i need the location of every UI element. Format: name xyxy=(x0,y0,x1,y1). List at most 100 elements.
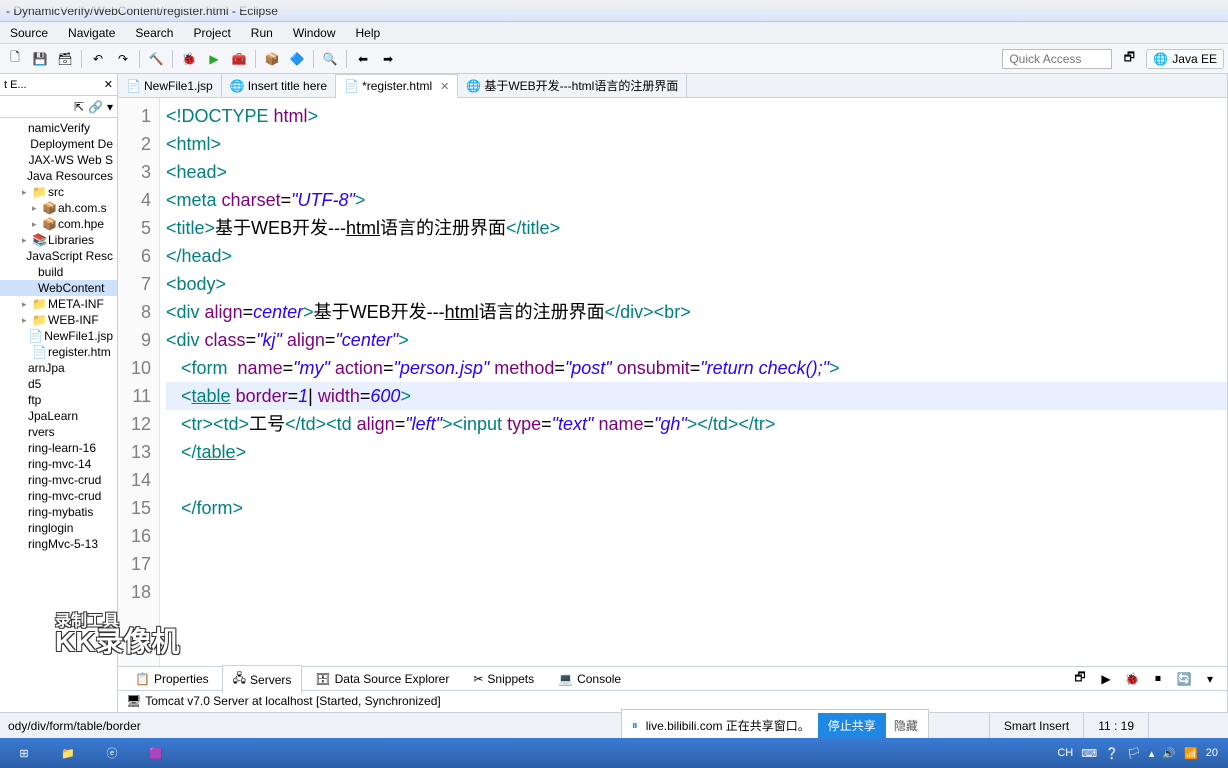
menu-project[interactable]: Project xyxy=(183,26,240,40)
tree-item[interactable]: ▸📦com.hpe xyxy=(0,216,117,232)
close-tab-icon[interactable]: ✕ xyxy=(436,80,449,93)
taskbar: ⊞ 📁 ⓔ 🟪 CH ⌨ ❔ 🏳 ▴ 🔊 📶 20 xyxy=(0,738,1228,768)
server-tool-icon[interactable]: ▶ xyxy=(1095,668,1117,690)
tree-item[interactable]: ring-mvc-crud xyxy=(0,488,117,504)
editor-tab[interactable]: 📄NewFile1.jsp xyxy=(118,74,222,97)
open-perspective-icon[interactable]: 🗗 xyxy=(1118,48,1140,70)
bottom-tab-snippets[interactable]: ✂ Snippets xyxy=(462,668,545,690)
editor-tab[interactable]: 🌐基于WEB开发---html语言的注册界面 xyxy=(458,74,687,97)
share-text: live.bilibili.com 正在共享窗口。 xyxy=(646,717,810,734)
server-tool-icon[interactable]: 🔄 xyxy=(1173,668,1195,690)
tree-item[interactable]: ringlogin xyxy=(0,520,117,536)
start-button[interactable]: ⊞ xyxy=(4,740,44,766)
server-tool-icon[interactable]: ⏹ xyxy=(1147,668,1169,690)
package-icon[interactable]: 📦 xyxy=(261,48,283,70)
save-all-icon[interactable]: 🗃 xyxy=(54,48,76,70)
bottom-tab-data-source-explorer[interactable]: 🗄 Data Source Explorer xyxy=(304,668,460,690)
tree-item[interactable]: ring-learn-16 xyxy=(0,440,117,456)
bottom-tab-properties[interactable]: 📋 Properties xyxy=(124,668,220,690)
eclipse-icon[interactable]: 🟪 xyxy=(136,740,176,766)
tree-item[interactable]: Java Resources xyxy=(0,168,117,184)
tree-item[interactable]: ringMvc-5-13 xyxy=(0,536,117,552)
tree-item[interactable]: ring-mvc-14 xyxy=(0,456,117,472)
server-tool-icon[interactable]: ▾ xyxy=(1199,668,1221,690)
nav-back-icon[interactable]: ⬅ xyxy=(352,48,374,70)
type-icon[interactable]: 🔷 xyxy=(286,48,308,70)
pause-icon[interactable]: ⏸ xyxy=(632,718,638,733)
tree-item[interactable]: ▸📁src xyxy=(0,184,117,200)
tree-item[interactable]: JAX-WS Web S xyxy=(0,152,117,168)
tray-network-icon[interactable]: 📶 xyxy=(1184,747,1198,760)
tree-item[interactable]: JavaScript Resc xyxy=(0,248,117,264)
tray-up-icon[interactable]: ▴ xyxy=(1149,747,1155,760)
tab-icon: 🗄 xyxy=(315,672,330,686)
tree-item[interactable]: ▸📚Libraries xyxy=(0,232,117,248)
new-icon[interactable]: 🗋 xyxy=(4,48,26,70)
run-icon[interactable]: ▶ xyxy=(203,48,225,70)
menu-navigate[interactable]: Navigate xyxy=(58,26,125,40)
nav-fwd-icon[interactable]: ➡ xyxy=(377,48,399,70)
close-view-icon[interactable]: ✕ xyxy=(104,78,113,91)
redo-icon[interactable]: ↷ xyxy=(112,48,134,70)
quick-access-input[interactable] xyxy=(1002,49,1112,69)
bottom-tab-console[interactable]: 💻 Console xyxy=(547,668,632,690)
bottom-panel: 📋 Properties🖧 Servers🗄 Data Source Explo… xyxy=(118,666,1227,712)
save-icon[interactable]: 💾 xyxy=(29,48,51,70)
menu-source[interactable]: Source xyxy=(0,26,58,40)
tree-item[interactable]: rvers xyxy=(0,424,117,440)
tree-item[interactable]: ▸📁WEB-INF xyxy=(0,312,117,328)
project-tree[interactable]: namicVerifyDeployment DeJAX-WS Web SJava… xyxy=(0,118,117,712)
server-status-text[interactable]: Tomcat v7.0 Server at localhost [Started… xyxy=(145,694,440,708)
menu-help[interactable]: Help xyxy=(346,26,391,40)
code-editor[interactable]: 123456789101112131415161718 <!DOCTYPE ht… xyxy=(118,98,1227,666)
code-content[interactable]: <!DOCTYPE html><html><head><meta charset… xyxy=(160,98,1227,666)
menu-search[interactable]: Search xyxy=(125,26,183,40)
server-status-icon: 🖥 xyxy=(126,694,141,708)
tree-item[interactable]: namicVerify xyxy=(0,120,117,136)
tree-item[interactable]: WebContent xyxy=(0,280,117,296)
stop-share-button[interactable]: 停止共享 xyxy=(818,713,886,738)
search-icon[interactable]: 🔍 xyxy=(319,48,341,70)
tree-item[interactable]: ▸📁META-INF xyxy=(0,296,117,312)
tree-item[interactable]: ring-mvc-crud xyxy=(0,472,117,488)
tree-item[interactable]: 📄NewFile1.jsp xyxy=(0,328,117,344)
tree-item[interactable]: build xyxy=(0,264,117,280)
tree-item[interactable]: ▸📦ah.com.s xyxy=(0,200,117,216)
menubar: SourceNavigateSearchProjectRunWindowHelp xyxy=(0,22,1228,44)
separator xyxy=(81,50,82,68)
link-editor-icon[interactable]: 🔗 xyxy=(88,100,103,114)
tree-item[interactable]: JpaLearn xyxy=(0,408,117,424)
server-tool-icon[interactable]: 🐞 xyxy=(1121,668,1143,690)
explorer-tab[interactable]: t E... xyxy=(4,79,27,91)
explorer-icon[interactable]: 📁 xyxy=(48,740,88,766)
server-tool-icon[interactable]: 🗗 xyxy=(1069,668,1091,690)
javaee-icon: 🌐 xyxy=(1153,52,1168,66)
editor-tab[interactable]: 📄*register.html✕ xyxy=(336,74,458,98)
tree-item[interactable]: ring-mybatis xyxy=(0,504,117,520)
menu-run[interactable]: Run xyxy=(241,26,283,40)
tree-item[interactable]: ftp xyxy=(0,392,117,408)
tray-flag-icon[interactable]: 🏳 xyxy=(1127,747,1141,760)
run-ext-icon[interactable]: 🧰 xyxy=(228,48,250,70)
file-icon: 📄 xyxy=(344,79,358,93)
ie-icon[interactable]: ⓔ xyxy=(92,740,132,766)
tree-item[interactable]: d5 xyxy=(0,376,117,392)
view-menu-icon[interactable]: ▾ xyxy=(107,100,113,114)
debug-icon[interactable]: 🐞 xyxy=(178,48,200,70)
undo-icon[interactable]: ↶ xyxy=(87,48,109,70)
tray-help-icon[interactable]: ❔ xyxy=(1105,747,1119,760)
editor-tab[interactable]: 🌐Insert title here xyxy=(222,74,336,97)
ime-indicator[interactable]: CH xyxy=(1057,747,1073,759)
collapse-all-icon[interactable]: ⇱ xyxy=(74,100,84,114)
tray-sound-icon[interactable]: 🔊 xyxy=(1162,747,1176,760)
menu-window[interactable]: Window xyxy=(283,26,346,40)
tree-item[interactable]: 📄register.htm xyxy=(0,344,117,360)
tray-keyboard-icon[interactable]: ⌨ xyxy=(1081,747,1097,760)
perspective-button[interactable]: 🌐 Java EE xyxy=(1146,49,1224,69)
hide-share-button[interactable]: 隐藏 xyxy=(894,717,918,734)
tray-time[interactable]: 20 xyxy=(1206,747,1218,759)
tree-item[interactable]: arnJpa xyxy=(0,360,117,376)
tree-item[interactable]: Deployment De xyxy=(0,136,117,152)
bottom-tab-servers[interactable]: 🖧 Servers xyxy=(222,665,303,694)
build-icon[interactable]: 🔨 xyxy=(145,48,167,70)
